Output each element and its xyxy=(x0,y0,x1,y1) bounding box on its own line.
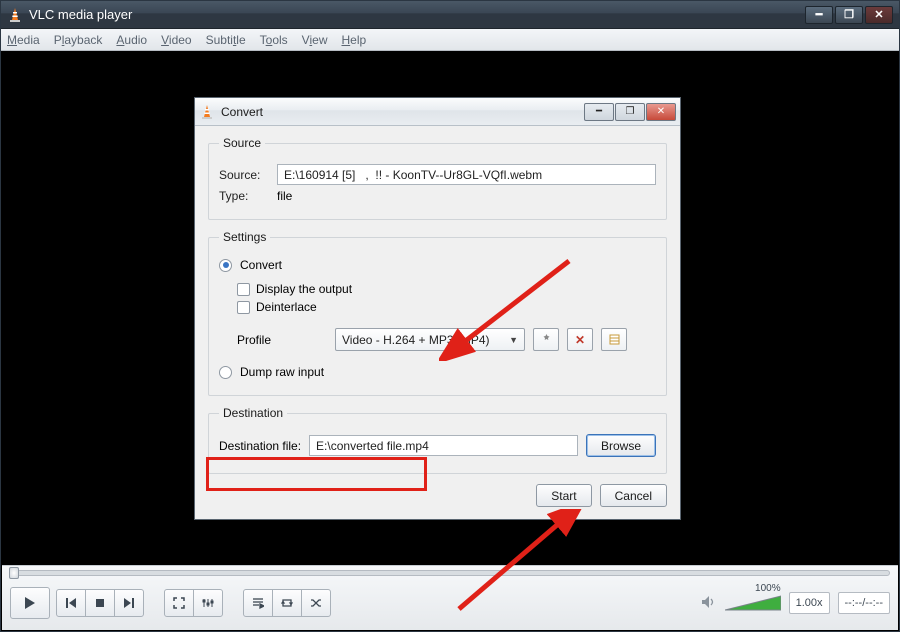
seek-bar[interactable] xyxy=(2,566,898,580)
dialog-maximize-button[interactable]: ❐ xyxy=(615,103,645,121)
main-maximize-button[interactable]: ❐ xyxy=(835,6,863,24)
dialog-minimize-button[interactable]: ━ xyxy=(584,103,614,121)
delete-profile-button[interactable]: ✕ xyxy=(567,328,593,351)
display-output-label: Display the output xyxy=(256,282,352,296)
source-legend: Source xyxy=(219,136,265,150)
fullscreen-button[interactable] xyxy=(164,589,194,617)
volume-slider[interactable]: 100% xyxy=(725,594,781,612)
next-button[interactable] xyxy=(114,589,144,617)
menu-subtitle[interactable]: Subtitle xyxy=(206,33,246,47)
speaker-icon[interactable] xyxy=(701,595,717,612)
menu-view[interactable]: View xyxy=(302,33,328,47)
play-button[interactable] xyxy=(10,587,50,619)
destination-label: Destination file: xyxy=(219,439,301,453)
main-minimize-button[interactable]: ━ xyxy=(805,6,833,24)
edit-profile-button[interactable] xyxy=(533,328,559,351)
vlc-cone-icon xyxy=(199,104,215,120)
destination-input[interactable] xyxy=(309,435,578,456)
playlist-button[interactable] xyxy=(243,589,273,617)
source-group: Source Source: Type: file xyxy=(208,136,667,220)
type-value: file xyxy=(277,189,292,203)
profile-label: Profile xyxy=(237,333,327,347)
dialog-titlebar[interactable]: Convert ━ ❐ ✕ xyxy=(195,98,680,126)
destination-legend: Destination xyxy=(219,406,287,420)
prev-button[interactable] xyxy=(56,589,86,617)
menu-playback[interactable]: Playback xyxy=(54,33,103,47)
dialog-title: Convert xyxy=(221,105,263,119)
main-title: VLC media player xyxy=(29,7,132,22)
cancel-button[interactable]: Cancel xyxy=(600,484,667,507)
dialog-close-button[interactable]: ✕ xyxy=(646,103,676,121)
profile-select[interactable]: Video - H.264 + MP3 (MP4) ▼ xyxy=(335,328,525,351)
convert-radio-label: Convert xyxy=(240,258,282,272)
stop-button[interactable] xyxy=(85,589,115,617)
convert-radio[interactable] xyxy=(219,259,232,272)
source-label: Source: xyxy=(219,168,269,182)
deinterlace-checkbox[interactable] xyxy=(237,301,250,314)
profile-value: Video - H.264 + MP3 (MP4) xyxy=(342,333,490,347)
type-label: Type: xyxy=(219,189,269,203)
dump-raw-radio[interactable] xyxy=(219,366,232,379)
settings-group: Settings Convert Display the output Dein… xyxy=(208,230,667,396)
new-profile-button[interactable] xyxy=(601,328,627,351)
convert-dialog: Convert ━ ❐ ✕ Source Source: Type: file xyxy=(194,97,681,520)
dump-raw-label: Dump raw input xyxy=(240,365,324,379)
loop-button[interactable] xyxy=(272,589,302,617)
destination-group: Destination Destination file: Browse xyxy=(208,406,667,474)
ext-settings-button[interactable] xyxy=(193,589,223,617)
chevron-down-icon: ▼ xyxy=(509,335,518,345)
browse-button[interactable]: Browse xyxy=(586,434,656,457)
menu-audio[interactable]: Audio xyxy=(116,33,147,47)
settings-legend: Settings xyxy=(219,230,270,244)
shuffle-button[interactable] xyxy=(301,589,331,617)
seek-thumb[interactable] xyxy=(9,567,19,579)
menu-help[interactable]: Help xyxy=(341,33,366,47)
menu-media[interactable]: Media xyxy=(7,33,40,47)
time-display: --:--/--:-- xyxy=(838,592,890,614)
vlc-cone-icon xyxy=(7,7,23,23)
menu-tools[interactable]: Tools xyxy=(260,33,288,47)
main-close-button[interactable]: ✕ xyxy=(865,6,893,24)
vlc-main-window: VLC media player ━ ❐ ✕ Media Playback Au… xyxy=(0,0,900,632)
volume-label: 100% xyxy=(755,583,781,594)
deinterlace-label: Deinterlace xyxy=(256,300,317,314)
source-input[interactable] xyxy=(277,164,656,185)
display-output-checkbox[interactable] xyxy=(237,283,250,296)
playback-rate[interactable]: 1.00x xyxy=(789,592,830,614)
main-titlebar[interactable]: VLC media player ━ ❐ ✕ xyxy=(1,1,899,29)
main-menubar: Media Playback Audio Video Subtitle Tool… xyxy=(1,29,899,51)
player-controls: 100% 1.00x --:--/--:-- xyxy=(2,565,898,630)
start-button[interactable]: Start xyxy=(536,484,591,507)
menu-video[interactable]: Video xyxy=(161,33,191,47)
